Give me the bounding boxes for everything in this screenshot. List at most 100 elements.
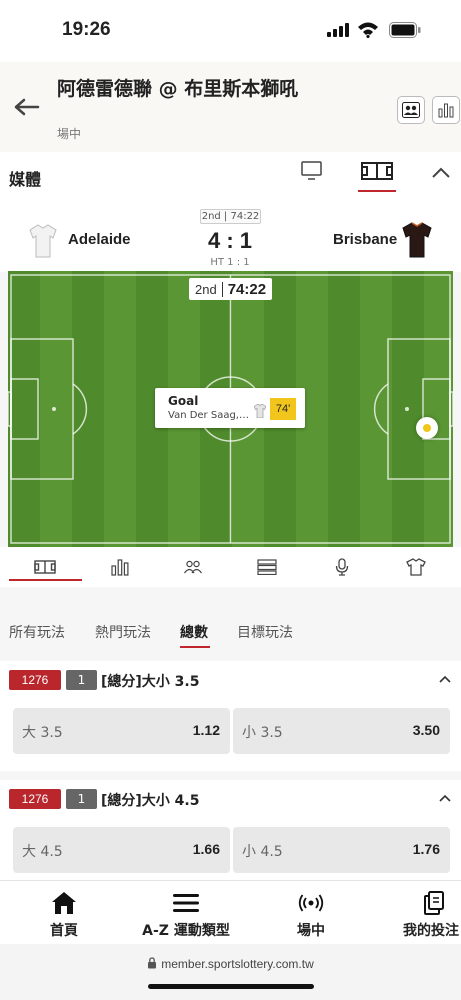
status-time: 19:26 (62, 19, 111, 40)
selection-over[interactable]: 大 3.5 1.12 (13, 708, 230, 754)
clock-period: 2nd (195, 281, 223, 297)
bar-chart-icon (111, 559, 129, 576)
home-team-name: Adelaide (68, 231, 131, 248)
chevron-up-icon[interactable] (431, 166, 451, 180)
stats-button[interactable] (432, 96, 460, 124)
jersey-icon (254, 404, 266, 418)
selection-odds: 1.12 (192, 722, 220, 738)
home-indicator (148, 984, 314, 989)
nav-home[interactable]: 首頁 (42, 889, 86, 940)
battery-icon (389, 22, 421, 38)
nav-sports-az[interactable]: A-Z 運動類型 (136, 889, 236, 940)
nav-my-bets[interactable]: 我的投注 (403, 889, 461, 940)
active-tab-underline (180, 646, 210, 648)
selection-label: 小 4.5 (242, 844, 283, 860)
lineup-button[interactable] (397, 96, 425, 124)
nav-label: A-Z 運動類型 (142, 923, 230, 939)
status-bar: 19:26 (0, 0, 461, 62)
chevron-up-icon[interactable] (438, 674, 452, 684)
event-minute-badge: 74' (270, 398, 296, 420)
lock-icon (148, 957, 157, 969)
market-card: 1276 1 [總分]大小 4.5 大 4.5 1.66 小 4.5 1.76 (0, 780, 461, 880)
tab-popular-markets[interactable]: 熱門玩法 (95, 622, 151, 642)
scoreboard: 2nd | 74:22 Adelaide 4 : 1 HT 1 : 1 Bris… (0, 202, 461, 272)
pitch-icon (361, 162, 393, 180)
market-number-badge: 1 (66, 670, 97, 690)
browser-url-bar: member.sportslottery.com.tw (0, 944, 461, 1000)
tab-tracker-lineups[interactable] (178, 556, 208, 578)
clock-time: 74:22 (227, 280, 267, 298)
ball-position-marker (416, 417, 438, 439)
tab-video[interactable] (300, 160, 324, 186)
live-icon (298, 894, 324, 912)
tab-tracker-kits[interactable] (401, 556, 431, 578)
tab-tracker-table[interactable] (252, 556, 282, 578)
lineup-icon (184, 560, 202, 574)
selection-over[interactable]: 大 4.5 1.66 (13, 827, 230, 873)
market-number-badge: 1 (66, 789, 97, 809)
nav-label: 場中 (297, 923, 325, 939)
tab-totals[interactable]: 總數 (180, 622, 208, 642)
url-display[interactable]: member.sportslottery.com.tw (0, 957, 461, 971)
selection-odds: 1.66 (192, 841, 220, 857)
table-icon (257, 559, 277, 575)
tab-all-markets[interactable]: 所有玩法 (9, 622, 65, 642)
away-team-name: Brisbane (333, 231, 398, 248)
bets-icon (424, 891, 444, 915)
menu-icon (173, 894, 199, 912)
page-title: 阿德雷德聯 @ 布里斯本獅吼 (57, 78, 299, 100)
nav-label: 首頁 (50, 923, 78, 939)
event-player: Van Der Saag, ... (168, 410, 250, 421)
market-card: 1276 1 [總分]大小 3.5 大 3.5 1.12 小 3.5 3.50 (0, 661, 461, 771)
selection-under[interactable]: 小 3.5 3.50 (233, 708, 450, 754)
tab-tracker-stats[interactable] (105, 556, 135, 578)
nav-live[interactable]: 場中 (289, 889, 333, 940)
market-id-badge: 1276 (9, 670, 61, 690)
home-jersey-icon (29, 224, 57, 258)
cellular-signal-icon (327, 23, 349, 37)
market-header[interactable]: 1276 1 [總分]大小 3.5 (0, 661, 461, 699)
halftime-score: HT 1 : 1 (210, 257, 250, 268)
page-subtitle: 場中 (57, 127, 82, 141)
lineup-icon (402, 102, 420, 118)
home-icon (52, 892, 76, 914)
event-title: Goal (168, 394, 199, 408)
away-jersey-icon (402, 222, 432, 258)
tab-tracker-commentary[interactable] (327, 556, 357, 578)
selection-label: 大 3.5 (22, 725, 63, 741)
active-tab-underline (358, 190, 396, 192)
back-arrow-icon[interactable] (14, 98, 40, 116)
goal-event-card: Goal Van Der Saag, ... 74' (155, 388, 305, 428)
url-text: member.sportslottery.com.tw (161, 957, 314, 971)
match-score: 4 : 1 (207, 228, 253, 253)
chevron-up-icon[interactable] (438, 793, 452, 803)
market-tabs: 所有玩法 熱門玩法 總數 目標玩法 (0, 587, 461, 659)
bottom-navigation: 首頁 A-Z 運動類型 場中 我的投注 (0, 880, 461, 944)
media-bar: 媒體 (0, 152, 461, 202)
market-name: [總分]大小 3.5 (101, 674, 200, 690)
selection-under[interactable]: 小 4.5 1.76 (233, 827, 450, 873)
market-header[interactable]: 1276 1 [總分]大小 4.5 (0, 780, 461, 818)
market-name: [總分]大小 4.5 (101, 793, 200, 809)
tab-goal-markets[interactable]: 目標玩法 (237, 622, 293, 642)
page-header: 阿德雷德聯 @ 布里斯本獅吼 場中 (0, 62, 461, 152)
tab-pitch[interactable] (358, 160, 396, 192)
active-tab-underline (9, 579, 82, 581)
selection-odds: 1.76 (412, 841, 440, 857)
selection-label: 大 4.5 (22, 844, 63, 860)
tab-tracker-pitch[interactable] (30, 556, 60, 578)
match-period: 2nd | 74:22 (200, 209, 261, 224)
tv-icon (301, 161, 322, 180)
pitch-icon (34, 560, 56, 574)
microphone-icon (335, 558, 349, 576)
tracker-tabs (0, 547, 461, 587)
jersey-icon (406, 558, 426, 576)
bar-chart-icon (438, 103, 454, 118)
market-id-badge: 1276 (9, 789, 61, 809)
match-clock: 2nd 74:22 (189, 278, 273, 300)
selection-label: 小 3.5 (242, 725, 283, 741)
selection-odds: 3.50 (412, 722, 440, 738)
nav-label: 我的投注 (403, 923, 459, 939)
media-label: 媒體 (9, 170, 42, 189)
wifi-icon (358, 22, 378, 38)
